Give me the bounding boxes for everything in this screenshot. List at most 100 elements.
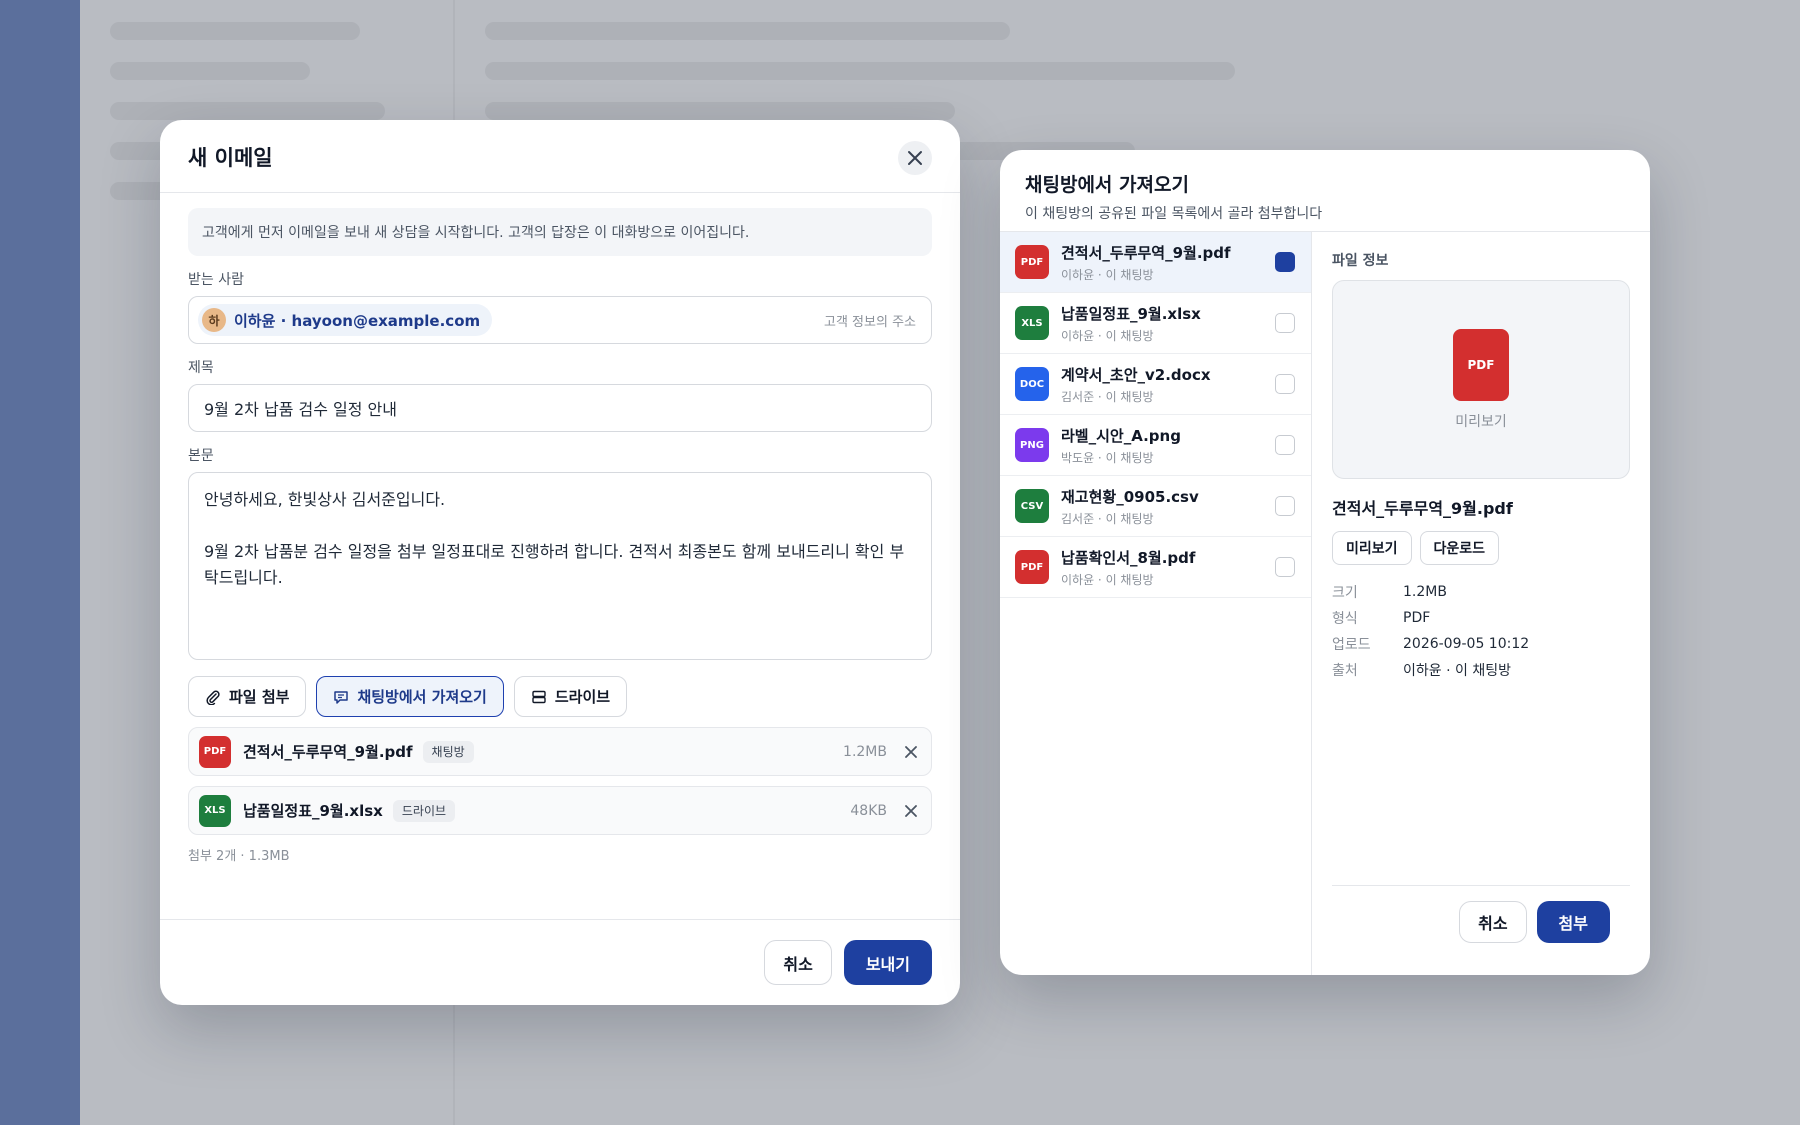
- file-checkbox[interactable]: [1275, 313, 1295, 333]
- file-preview: PDF 미리보기: [1332, 280, 1630, 479]
- detail-heading: 파일 정보: [1332, 253, 1389, 269]
- close-icon: [905, 804, 917, 817]
- paperclip-icon: [206, 690, 220, 705]
- body-textarea[interactable]: 안녕하세요, 한빛상사 김서준입니다. 9월 2차 납품분 검수 일정을 첨부 …: [188, 472, 932, 660]
- pdf-file-icon: PDF: [1015, 245, 1049, 279]
- attachment-name: 납품일정표_9월.xlsx: [243, 802, 383, 820]
- preview-caption: 미리보기: [1455, 413, 1507, 430]
- doc-file-icon: DOC: [1015, 367, 1049, 401]
- subject-label: 제목: [188, 360, 214, 376]
- dialog-title: 채팅방에서 가져오기: [1025, 174, 1189, 196]
- file-metadata: 크기 1.2MB 형식 PDF 업로드 2026-09-05 10:12 출처 …: [1332, 579, 1630, 683]
- dialog-footer: 취소 보내기: [160, 919, 960, 1005]
- attachment-name: 견적서_두루무역_9월.pdf: [243, 743, 413, 761]
- placeholder-line: [485, 62, 1235, 80]
- subject-input[interactable]: 9월 2차 납품 검수 일정 안내: [188, 384, 932, 432]
- cancel-button[interactable]: 취소: [764, 940, 832, 985]
- meta-key: 형식: [1332, 611, 1358, 627]
- file-name: 라벨_시안_A.png: [1061, 426, 1181, 445]
- attachment-summary: 첨부 2개 · 1.3MB: [188, 849, 290, 864]
- file-meta: 이하윤 · 이 채팅방: [1061, 572, 1154, 587]
- file-list-item[interactable]: PDF 납품확인서_8월.pdf 이하윤 · 이 채팅방: [1000, 537, 1311, 598]
- meta-key: 출처: [1332, 663, 1358, 679]
- preview-button[interactable]: 미리보기: [1332, 531, 1412, 565]
- close-button[interactable]: [898, 141, 932, 175]
- file-checkbox[interactable]: [1275, 374, 1295, 394]
- attachment-size: 48KB: [850, 802, 887, 819]
- dialog-content: PDF 견적서_두루무역_9월.pdf 이하윤 · 이 채팅방 XLS 납품일정…: [1000, 232, 1650, 975]
- meta-row: 크기 1.2MB: [1332, 579, 1630, 605]
- drive-button[interactable]: 드라이브: [513, 676, 628, 717]
- file-checkbox[interactable]: [1275, 435, 1295, 455]
- file-list-item[interactable]: PNG 라벨_시안_A.png 박도윤 · 이 채팅방: [1000, 415, 1311, 476]
- remove-attachment-button[interactable]: [901, 742, 921, 762]
- attach-file-button[interactable]: 파일 첨부: [188, 676, 307, 717]
- drive-icon: [532, 690, 546, 703]
- dialog-footer: 취소 첨부: [1332, 885, 1630, 943]
- file-name: 견적서_두루무역_9월.pdf: [1061, 243, 1231, 262]
- file-list-item[interactable]: DOC 계약서_초안_v2.docx 김서준 · 이 채팅방: [1000, 354, 1311, 415]
- file-checkbox[interactable]: [1275, 252, 1295, 272]
- attachment-toolbar: 파일 첨부 채팅방에서 가져오기 드라이브: [188, 676, 932, 717]
- dialog-header: 채팅방에서 가져오기 이 채팅방의 공유된 파일 목록에서 골라 첨부합니다: [1000, 150, 1650, 232]
- chat-bubble-icon: [334, 690, 349, 704]
- file-name: 납품일정표_9월.xlsx: [1061, 304, 1201, 323]
- dialog-subtitle: 이 채팅방의 공유된 파일 목록에서 골라 첨부합니다: [1025, 206, 1323, 222]
- meta-value: PDF: [1403, 610, 1431, 626]
- file-list-item[interactable]: XLS 납품일정표_9월.xlsx 이하윤 · 이 채팅방: [1000, 293, 1311, 354]
- placeholder-line: [110, 102, 385, 120]
- remove-attachment-button[interactable]: [901, 801, 921, 821]
- recipient-chip[interactable]: 하 이하윤 · hayoon@example.com: [198, 304, 493, 336]
- file-meta: 이하윤 · 이 채팅방: [1061, 267, 1154, 282]
- chat-import-dialog: 채팅방에서 가져오기 이 채팅방의 공유된 파일 목록에서 골라 첨부합니다 P…: [1000, 150, 1650, 975]
- file-meta: 박도윤 · 이 채팅방: [1061, 450, 1154, 465]
- file-name: 재고현황_0905.csv: [1061, 487, 1199, 506]
- file-checkbox[interactable]: [1275, 557, 1295, 577]
- pdf-file-icon: PDF: [1015, 550, 1049, 584]
- detail-actions: 미리보기 다운로드: [1332, 531, 1630, 565]
- detail-file-name: 견적서_두루무역_9월.pdf: [1332, 499, 1513, 518]
- file-list-item[interactable]: PDF 견적서_두루무역_9월.pdf 이하윤 · 이 채팅방: [1000, 232, 1311, 293]
- file-meta: 김서준 · 이 채팅방: [1061, 389, 1154, 404]
- attach-button[interactable]: 첨부: [1536, 901, 1610, 943]
- close-icon: [908, 151, 922, 165]
- meta-value: 1.2MB: [1403, 584, 1447, 600]
- meta-row: 출처 이하윤 · 이 채팅방: [1332, 657, 1630, 683]
- attachment-size: 1.2MB: [843, 743, 887, 760]
- download-button[interactable]: 다운로드: [1419, 531, 1500, 565]
- cancel-button[interactable]: 취소: [1459, 901, 1527, 943]
- dialog-title: 새 이메일: [188, 146, 273, 170]
- info-notice: 고객에게 먼저 이메일을 보내 새 상담을 시작합니다. 고객의 답장은 이 대…: [188, 208, 932, 256]
- file-list-item[interactable]: CSV 재고현황_0905.csv 김서준 · 이 채팅방: [1000, 476, 1311, 537]
- chat-import-button[interactable]: 채팅방에서 가져오기: [316, 676, 504, 717]
- recipient-field[interactable]: 하 이하윤 · hayoon@example.com 고객 정보의 주소: [188, 296, 932, 344]
- app-sidebar-rail: [0, 0, 80, 1125]
- xls-file-icon: XLS: [199, 794, 231, 827]
- recipient-hint: 고객 정보의 주소: [824, 314, 916, 330]
- dialog-header: 새 이메일: [160, 120, 960, 193]
- attachment-source-badge: 채팅방: [422, 740, 474, 763]
- file-name: 납품확인서_8월.pdf: [1061, 548, 1196, 567]
- placeholder-line: [485, 102, 955, 120]
- attach-file-label: 파일 첨부: [229, 688, 290, 706]
- body-label: 본문: [188, 448, 214, 464]
- new-email-dialog: 새 이메일 고객에게 먼저 이메일을 보내 새 상담을 시작합니다. 고객의 답…: [160, 120, 960, 1005]
- csv-file-icon: CSV: [1015, 489, 1049, 523]
- send-button[interactable]: 보내기: [843, 940, 932, 985]
- recipient-text: 이하윤 · hayoon@example.com: [234, 311, 481, 330]
- drive-label: 드라이브: [554, 688, 611, 706]
- placeholder-line: [110, 22, 360, 40]
- file-meta: 김서준 · 이 채팅방: [1061, 511, 1154, 526]
- close-icon: [905, 745, 917, 758]
- file-checkbox[interactable]: [1275, 496, 1295, 516]
- attachment-item: XLS 납품일정표_9월.xlsx 드라이브 48KB: [188, 786, 932, 835]
- pdf-file-icon: PDF: [199, 735, 231, 768]
- png-file-icon: PNG: [1015, 428, 1049, 462]
- chat-import-label: 채팅방에서 가져오기: [357, 688, 487, 706]
- placeholder-line: [110, 62, 310, 80]
- meta-value: 이하윤 · 이 채팅방: [1403, 663, 1511, 679]
- file-name: 계약서_초안_v2.docx: [1061, 365, 1211, 384]
- pdf-file-icon: PDF: [1453, 328, 1509, 401]
- meta-value: 2026-09-05 10:12: [1403, 636, 1530, 652]
- dialog-body: 고객에게 먼저 이메일을 보내 새 상담을 시작합니다. 고객의 답장은 이 대…: [160, 193, 960, 864]
